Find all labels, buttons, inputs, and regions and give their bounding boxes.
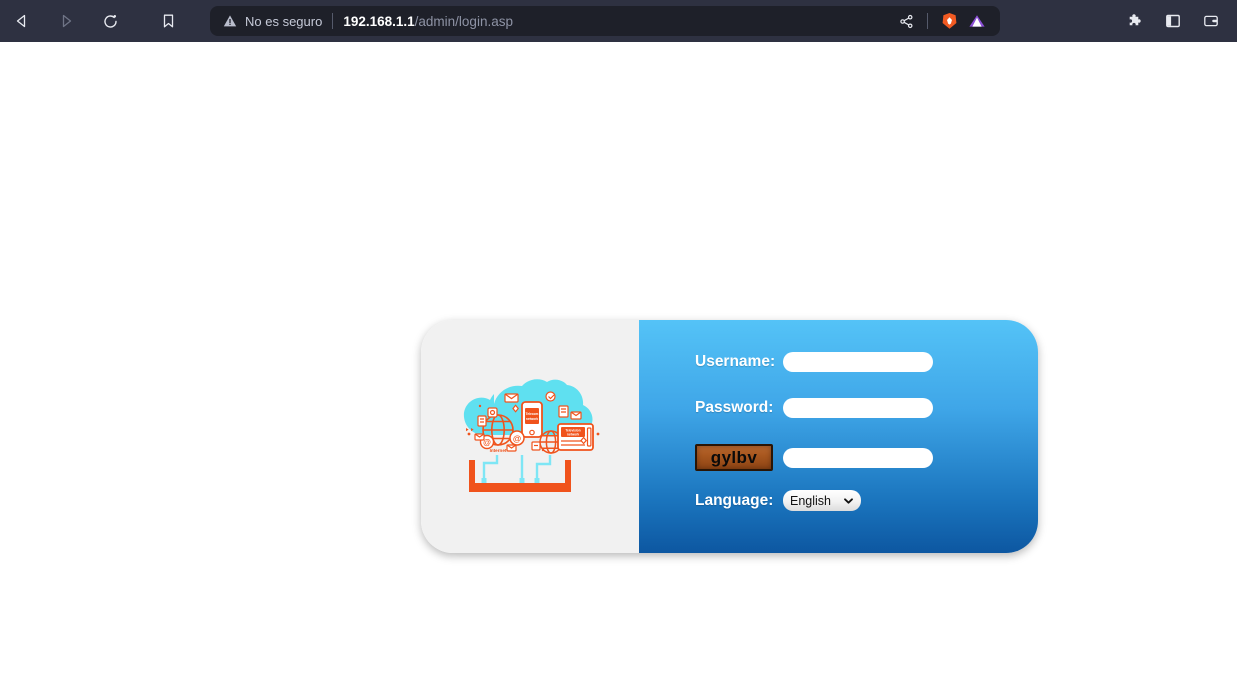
captcha-row: gylbv: [695, 444, 933, 471]
internet-label: Internet: [490, 448, 507, 453]
brave-lion-icon[interactable]: [936, 8, 962, 34]
svg-text:Telecom: Telecom: [526, 412, 539, 416]
captcha-image[interactable]: gylbv: [695, 444, 773, 471]
back-arrow-icon[interactable]: [8, 7, 36, 35]
illustration-panel: Internet @ Telecom network: [421, 320, 639, 553]
bookmark-icon[interactable]: [154, 7, 182, 35]
login-card: Internet @ Telecom network: [421, 320, 1038, 553]
cloud-network-illustration: Internet @ Telecom network: [450, 372, 610, 502]
browser-toolbar: No es seguro 192.168.1.1/admin/login.asp: [0, 0, 1237, 42]
password-input[interactable]: [783, 398, 933, 418]
url-path: /admin/login.asp: [415, 14, 513, 29]
bookmark-slot: [140, 7, 196, 35]
urlbar-actions-divider: [927, 13, 928, 29]
password-row: Password:: [695, 398, 933, 418]
language-label: Language:: [695, 492, 783, 510]
url-host: 192.168.1.1: [343, 14, 414, 29]
puzzle-piece-icon[interactable]: [1121, 7, 1149, 35]
page-body: Internet @ Telecom network: [0, 42, 1237, 684]
svg-text:@: @: [513, 433, 521, 443]
url-text: 192.168.1.1/admin/login.asp: [343, 14, 513, 29]
brave-leo-icon[interactable]: [964, 8, 990, 34]
language-select-wrap: English: [783, 490, 861, 511]
share-icon[interactable]: [893, 8, 919, 34]
browser-toolbar-right: [1121, 7, 1237, 35]
username-row: Username:: [695, 352, 933, 372]
urlbar-divider: [332, 13, 333, 29]
captcha-input[interactable]: [783, 448, 933, 468]
svg-text:network: network: [526, 417, 538, 421]
url-bar[interactable]: No es seguro 192.168.1.1/admin/login.asp: [210, 6, 1000, 36]
reload-icon[interactable]: [96, 7, 124, 35]
language-select[interactable]: English: [783, 490, 861, 511]
sidebar-panel-icon[interactable]: [1159, 7, 1187, 35]
password-label: Password:: [695, 399, 783, 417]
forward-arrow-icon: [52, 7, 80, 35]
wallet-icon[interactable]: [1197, 7, 1225, 35]
urlbar-actions: [893, 8, 990, 34]
not-secure-warning-icon: [222, 13, 238, 29]
language-row: Language: English: [695, 490, 861, 511]
username-input[interactable]: [783, 352, 933, 372]
username-label: Username:: [695, 353, 783, 371]
security-status-text: No es seguro: [245, 14, 322, 29]
navigation-controls: [0, 7, 210, 35]
svg-text:network: network: [567, 432, 579, 436]
login-form-panel: Username: Password: gylbv Language: Engl…: [639, 320, 1038, 553]
